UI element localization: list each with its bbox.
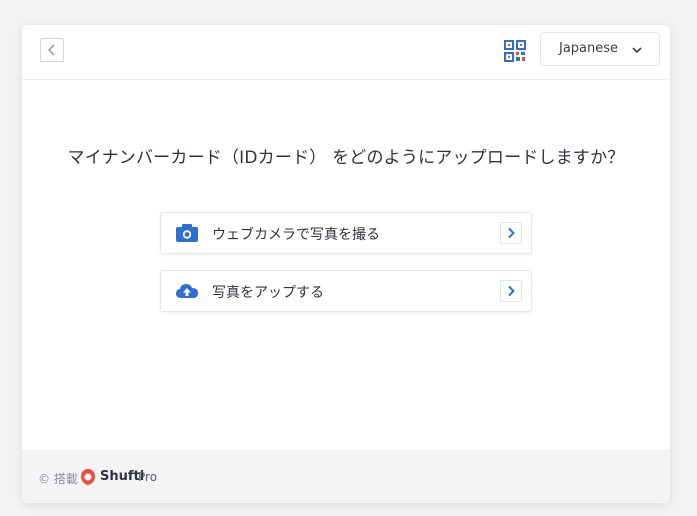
card-header: Japanese — [22, 25, 670, 80]
option-arrow — [500, 222, 522, 244]
back-button[interactable] — [40, 38, 64, 62]
webcam-option-button[interactable]: ウェブカメラで写真を撮る — [160, 212, 532, 254]
camera-icon — [176, 224, 198, 242]
card-footer: © 搭載 Shufti Pro — [22, 450, 670, 503]
language-selected-value: Japanese — [559, 41, 619, 56]
brand-suffix: Pro — [138, 470, 158, 484]
upload-question: マイナンバーカード（IDカード） をどのようにアップロードしますか？ — [67, 148, 625, 168]
language-select[interactable]: Japanese — [540, 32, 660, 66]
qr-code-icon[interactable] — [504, 40, 526, 62]
cloud-upload-icon — [176, 284, 198, 298]
option-label: 写真をアップする — [212, 285, 324, 301]
powered-by-label: © 搭載 — [38, 472, 78, 486]
upload-photo-option-button[interactable]: 写真をアップする — [160, 270, 532, 312]
chevron-right-icon — [508, 227, 515, 239]
chevron-right-icon — [508, 285, 515, 297]
chevron-left-icon — [47, 44, 55, 56]
option-label: ウェブカメラで写真を撮る — [212, 227, 380, 243]
option-arrow — [500, 280, 522, 302]
chevron-down-icon — [632, 47, 642, 54]
verification-card: Japanese マイナンバーカード（IDカード） をどのようにアップロードしま… — [22, 25, 670, 503]
shufti-logo-icon — [81, 469, 95, 485]
